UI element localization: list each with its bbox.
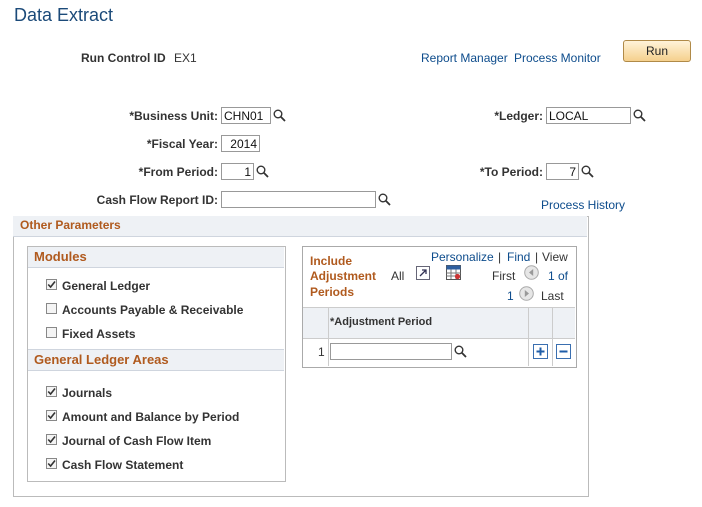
process-monitor-link[interactable]: Process Monitor	[514, 51, 601, 65]
cash-flow-report-id-input[interactable]	[221, 191, 376, 208]
range-of-label: 1 of	[548, 269, 569, 283]
adjustment-period-column-header: *Adjustment Period	[330, 316, 433, 328]
last-label: Last	[541, 289, 564, 303]
ledger-lookup-icon[interactable]	[633, 109, 646, 122]
grid-divider-1	[328, 308, 329, 366]
ledger-input[interactable]: LOCAL	[546, 107, 631, 124]
business-unit-lookup-icon[interactable]	[273, 109, 286, 122]
add-row-icon[interactable]	[533, 344, 548, 359]
cash-flow-statement-label: Cash Flow Statement	[62, 458, 184, 472]
grid-divider-2	[528, 308, 529, 366]
cash-flow-statement-checkbox[interactable]	[46, 458, 57, 469]
process-history-link[interactable]: Process History	[541, 198, 625, 212]
modules-title: Modules	[34, 249, 87, 264]
to-period-label: *To Period:	[479, 165, 543, 179]
adjustment-period-input[interactable]	[330, 343, 452, 360]
from-period-input[interactable]: 1	[221, 163, 254, 180]
grid-title-line1: Include	[310, 254, 353, 268]
journal-cash-flow-item-label: Journal of Cash Flow Item	[62, 434, 212, 448]
row-number: 1	[318, 345, 325, 359]
accounts-payable-receivable-label: Accounts Payable & Receivable	[62, 303, 244, 317]
grid-separator-2: |	[535, 250, 539, 264]
grid-divider-3	[552, 308, 553, 366]
report-manager-link[interactable]: Report Manager	[421, 51, 508, 65]
fiscal-year-label: *Fiscal Year:	[146, 137, 218, 151]
previous-row-icon[interactable]	[524, 265, 539, 280]
accounts-payable-receivable-checkbox[interactable]	[46, 303, 57, 314]
from-period-lookup-icon[interactable]	[256, 165, 269, 178]
general-ledger-label: General Ledger	[62, 279, 151, 293]
personalize-link[interactable]: Personalize	[431, 250, 494, 264]
cash-flow-report-id-lookup-icon[interactable]	[378, 193, 391, 206]
find-link[interactable]: Find	[507, 250, 530, 264]
run-control-label: Run Control ID	[81, 51, 166, 65]
journals-checkbox[interactable]	[46, 386, 57, 397]
fiscal-year-input[interactable]: 2014	[221, 135, 260, 152]
download-excel-icon[interactable]	[446, 265, 461, 280]
page-title: Data Extract	[14, 5, 114, 25]
view-all-link[interactable]: All	[391, 269, 404, 283]
zoom-grid-icon[interactable]	[416, 266, 430, 280]
ledger-label: *Ledger:	[494, 109, 543, 123]
cash-flow-report-id-label: Cash Flow Report ID:	[96, 193, 218, 207]
to-period-input[interactable]: 7	[546, 163, 579, 180]
to-period-lookup-icon[interactable]	[581, 165, 594, 178]
amount-balance-by-period-label: Amount and Balance by Period	[62, 410, 240, 424]
next-row-icon[interactable]	[519, 286, 534, 301]
other-parameters-title: Other Parameters	[20, 218, 121, 232]
adjustment-period-lookup-icon[interactable]	[454, 345, 467, 358]
journal-cash-flow-item-checkbox[interactable]	[46, 434, 57, 445]
run-control-value: EX1	[174, 51, 197, 65]
from-period-label: *From Period:	[138, 165, 218, 179]
business-unit-input[interactable]: CHN01	[221, 107, 271, 124]
journals-label: Journals	[62, 386, 113, 400]
grid-separator-1: |	[498, 250, 502, 264]
fixed-assets-label: Fixed Assets	[62, 327, 136, 341]
delete-row-icon[interactable]	[556, 344, 571, 359]
general-ledger-checkbox[interactable]	[46, 279, 57, 290]
view-label: View	[542, 250, 568, 264]
first-label: First	[492, 269, 516, 283]
grid-title-line2: Adjustment	[310, 269, 376, 283]
range-total: 1	[507, 289, 514, 303]
run-button[interactable]: Run	[623, 40, 691, 62]
fixed-assets-checkbox[interactable]	[46, 327, 57, 338]
business-unit-label: *Business Unit:	[129, 109, 218, 123]
amount-balance-by-period-checkbox[interactable]	[46, 410, 57, 421]
gl-areas-title: General Ledger Areas	[34, 352, 169, 367]
grid-title-line3: Periods	[310, 285, 355, 299]
